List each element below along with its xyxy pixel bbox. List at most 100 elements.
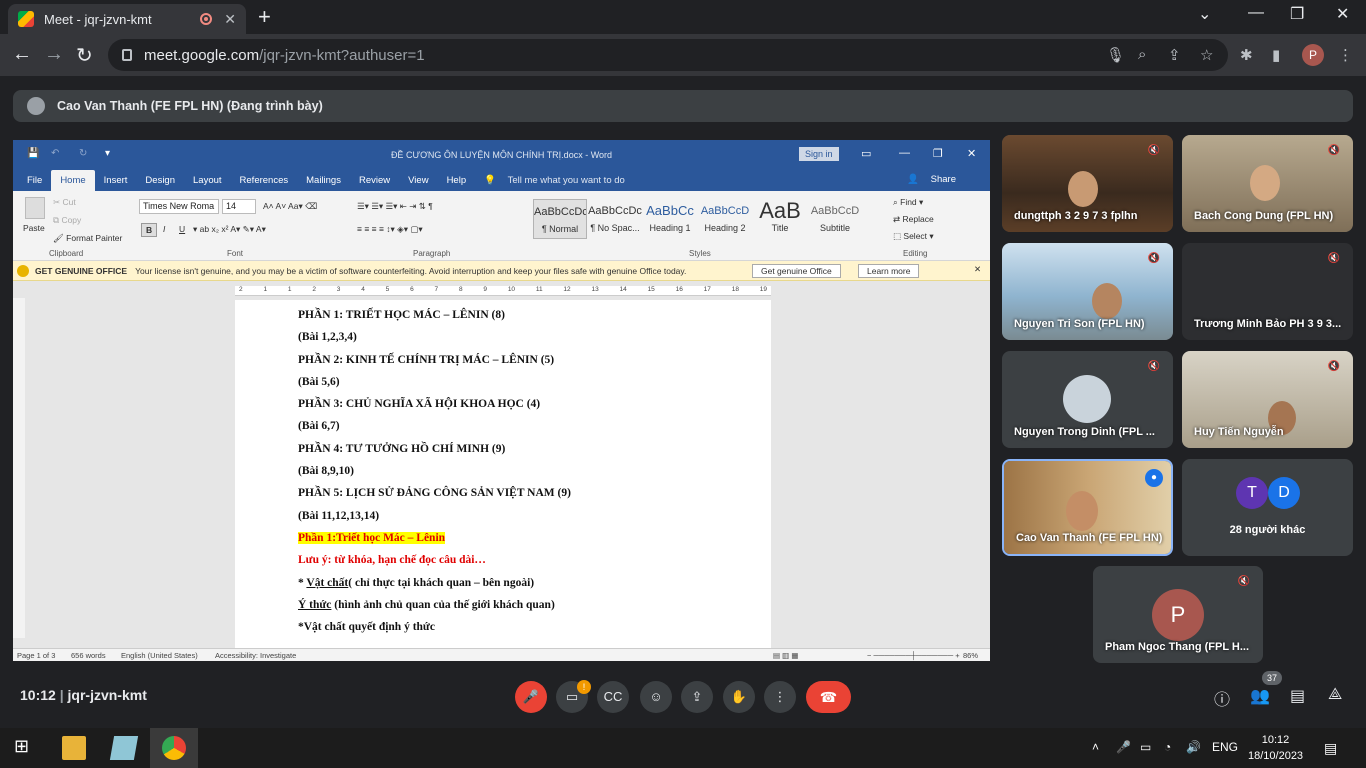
chrome-icon[interactable] — [162, 736, 186, 760]
word-share-button[interactable]: 👤 Share — [898, 174, 974, 190]
get-genuine-button[interactable]: Get genuine Office — [752, 264, 841, 278]
ribbon-display-icon[interactable]: ▭ — [861, 147, 871, 160]
style-no-spacing[interactable]: AaBbCcDc ¶ No Spac... — [588, 199, 642, 239]
underline-button[interactable]: U — [179, 224, 185, 234]
bookmark-star-icon[interactable]: ☆ — [1200, 46, 1213, 64]
ribbon-tab-references[interactable]: References — [231, 175, 298, 191]
zoom-slider[interactable]: − ───────┼─────── + — [867, 651, 960, 660]
mic-toggle-button[interactable]: 🎤 — [515, 681, 547, 713]
font-name-box[interactable]: Times New Roma — [139, 199, 219, 214]
zoom-level[interactable]: 86% — [963, 651, 978, 660]
paste-icon[interactable] — [25, 197, 45, 219]
forward-button[interactable]: → — [44, 43, 64, 66]
more-options-button[interactable]: ⋮ — [764, 681, 796, 713]
participant-tile[interactable]: 🔇 Huy Tiến Nguyễn — [1182, 351, 1353, 448]
select-button[interactable]: ⬚ Select ▾ — [893, 231, 934, 242]
side-panel-icon[interactable]: ▮ — [1272, 46, 1280, 64]
language-indicator[interactable]: ENG — [1212, 740, 1238, 754]
mic-icon[interactable]: 🎙 — [1106, 46, 1125, 64]
extensions-icon[interactable]: ✱ — [1240, 46, 1253, 64]
ribbon-tab-layout[interactable]: Layout — [184, 175, 231, 191]
meeting-info-icon[interactable]: ⓘ — [1214, 686, 1230, 710]
view-buttons[interactable]: ▤ ▥ ▦ — [773, 651, 798, 660]
ribbon-tab-file[interactable]: File — [13, 175, 51, 191]
captions-button[interactable]: CC — [597, 681, 629, 713]
chat-icon[interactable]: ▤ — [1290, 686, 1305, 706]
learn-more-button[interactable]: Learn more — [858, 264, 920, 278]
tell-me-search[interactable]: 💡 Tell me what you want to do — [475, 175, 643, 191]
bold-button[interactable]: B — [141, 223, 158, 237]
reactions-button[interactable]: ☺ — [640, 681, 672, 713]
windows-start-icon[interactable]: ⊞ — [14, 736, 38, 760]
ribbon-tab-mailings[interactable]: Mailings — [297, 175, 350, 191]
lock-icon[interactable] — [122, 49, 132, 61]
font-size-buttons[interactable]: A˄ A˅ Aa▾ ⌫ — [263, 201, 317, 212]
participant-tile-active[interactable]: ⦁ Cao Van Thanh (FE FPL HN) — [1002, 459, 1173, 556]
reload-button[interactable]: ↻ — [76, 43, 93, 68]
horizontal-ruler[interactable]: 2 1 1 2 3 4 5 6 7 8 9 10 11 12 13 14 15 16 17 18 19 — [235, 286, 771, 296]
menu-kebab-icon[interactable]: ⋮ — [1338, 46, 1353, 64]
close-banner-icon[interactable]: ✕ — [974, 264, 981, 275]
tray-chevron-icon[interactable]: ˄ — [1092, 740, 1099, 754]
paste-button[interactable]: Paste — [23, 223, 45, 233]
language[interactable]: English (United States) — [121, 651, 198, 660]
ribbon-tab-design[interactable]: Design — [136, 175, 184, 191]
notifications-icon[interactable]: ▤ — [1324, 740, 1337, 757]
leave-call-button[interactable]: ☎ — [806, 681, 851, 713]
word-sign-in-button[interactable]: Sign in — [799, 147, 839, 161]
replace-button[interactable]: ⇄ Replace — [893, 214, 934, 225]
participant-tile[interactable]: P 🔇 Pham Ngoc Thang (FPL H... — [1093, 566, 1263, 663]
zoom-icon[interactable]: ⌕ — [1138, 46, 1146, 63]
tab-search-icon[interactable]: ⌄ — [1198, 4, 1211, 24]
cut-button[interactable]: ✂ Cut — [53, 197, 76, 208]
word-close-button[interactable]: ✕ — [967, 147, 976, 160]
address-bar[interactable]: meet.google.com/jqr-jzvn-kmt?authuser=1 — [108, 39, 1228, 71]
restore-button[interactable]: ❐ — [1290, 4, 1304, 24]
page-count[interactable]: Page 1 of 3 — [17, 651, 55, 660]
style-subtitle[interactable]: AaBbCcD Subtitle — [808, 199, 862, 239]
participant-tile[interactable]: 🔇 Nguyen Trong Dinh (FPL ... — [1002, 351, 1173, 448]
participant-tile[interactable]: 🔇 Nguyen Tri Son (FPL HN) — [1002, 243, 1173, 340]
participant-tile[interactable]: 🔇 Trương Minh Bảo PH 3 9 3... — [1182, 243, 1353, 340]
ribbon-tab-help[interactable]: Help — [438, 175, 476, 191]
list-buttons[interactable]: ☰▾ ☰▾ ☰▾ ⇤ ⇥ ⇅ ¶ — [357, 201, 433, 212]
accessibility[interactable]: Accessibility: Investigate — [215, 651, 296, 660]
ribbon-tab-review[interactable]: Review — [350, 175, 399, 191]
app-icon[interactable] — [109, 736, 139, 760]
style-normal[interactable]: AaBbCcDc ¶ Normal — [533, 199, 587, 239]
word-restore-button[interactable]: ❐ — [933, 147, 943, 160]
present-button[interactable]: ⇪ — [681, 681, 713, 713]
profile-avatar[interactable]: P — [1302, 44, 1324, 66]
ribbon-tab-home[interactable]: Home — [51, 170, 95, 191]
new-tab-button[interactable]: + — [258, 4, 271, 30]
font-size-box[interactable]: 14 — [222, 199, 256, 214]
minimize-button[interactable]: — — [1248, 4, 1264, 22]
word-count[interactable]: 656 words — [71, 651, 106, 660]
participant-tile[interactable]: 🔇 dungttph 3 2 9 7 3 fplhn — [1002, 135, 1173, 232]
style-heading-1[interactable]: AaBbCc Heading 1 — [643, 199, 697, 239]
close-window-button[interactable]: ✕ — [1336, 4, 1349, 24]
ribbon-tab-insert[interactable]: Insert — [95, 175, 137, 191]
file-explorer-icon[interactable] — [62, 736, 86, 760]
copy-button[interactable]: ⧉ Copy — [53, 215, 81, 226]
tab-close-icon[interactable]: ✕ — [224, 11, 236, 28]
battery-icon[interactable]: ▭ — [1140, 740, 1151, 754]
browser-tab[interactable]: Meet - jqr-jzvn-kmt ✕ — [8, 4, 246, 34]
back-button[interactable]: ← — [12, 43, 32, 66]
ribbon-tab-view[interactable]: View — [399, 175, 437, 191]
people-icon[interactable]: 👥 — [1250, 686, 1270, 706]
others-tile[interactable]: T D 28 người khác — [1182, 459, 1353, 556]
style-title[interactable]: AaB Title — [753, 199, 807, 239]
activities-icon[interactable]: ⟁ — [1328, 686, 1342, 704]
italic-button[interactable]: I — [163, 224, 165, 234]
raise-hand-button[interactable]: ✋ — [723, 681, 755, 713]
font-format-buttons[interactable]: ▾ ab x₂ x² A▾ ✎▾ A▾ — [193, 224, 266, 235]
align-buttons[interactable]: ≡ ≡ ≡ ≡ ↕▾ ◈▾ ▢▾ — [357, 224, 423, 235]
format-painter-button[interactable]: 🖌 Format Painter — [53, 233, 122, 244]
document-page[interactable]: PHẦN 1: TRIẾT HỌC MÁC – LÊNIN (8) (Bài 1… — [235, 300, 771, 648]
network-icon[interactable]: ◔ — [1164, 740, 1171, 754]
share-icon[interactable]: ⇪ — [1168, 46, 1181, 64]
tray-mic-icon[interactable]: 🎤 — [1116, 740, 1131, 754]
taskbar-clock[interactable]: 10:12 18/10/2023 — [1248, 732, 1303, 764]
word-minimize-button[interactable]: — — [899, 147, 910, 159]
